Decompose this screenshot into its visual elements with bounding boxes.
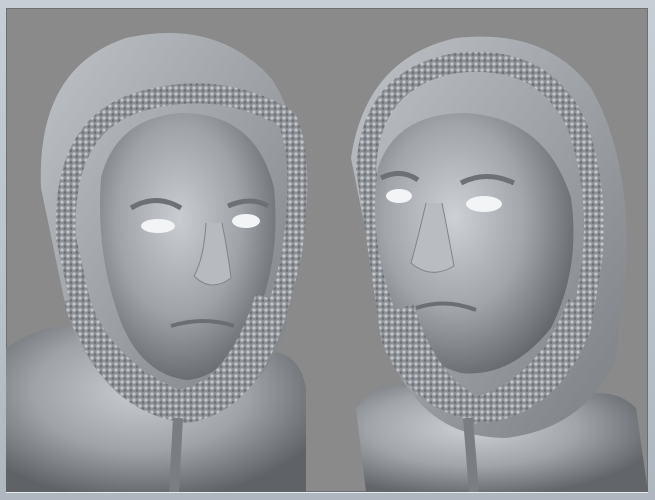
image-frame [0,0,655,500]
right-bust [351,36,648,492]
render-illustration [6,33,648,492]
render-viewport [6,8,648,492]
left-bust [6,33,308,492]
